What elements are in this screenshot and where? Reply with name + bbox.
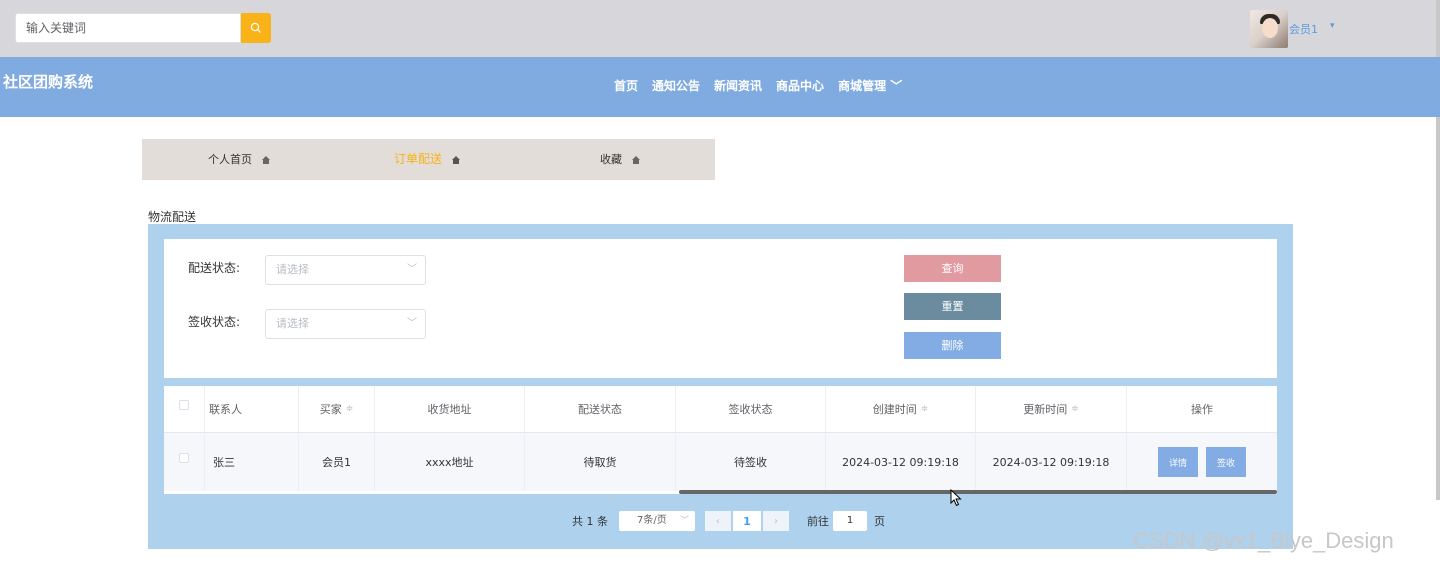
nav-item-notices[interactable]: 通知公告: [652, 77, 700, 94]
search-button[interactable]: [241, 13, 271, 43]
page-size-select[interactable]: 7条/页 ﹀: [619, 511, 695, 531]
mouse-cursor-icon: [950, 489, 962, 507]
select-placeholder: 请选择: [276, 317, 309, 330]
column-header-sign-status: 签收状态: [676, 386, 826, 433]
sign-button[interactable]: 签收: [1206, 447, 1246, 477]
delivery-status-select[interactable]: 请选择 ﹀: [265, 255, 426, 285]
column-header-buyer[interactable]: 买家 ≑: [299, 386, 375, 433]
chevron-down-icon: ﹀: [407, 318, 417, 329]
chevron-down-icon: ﹀: [407, 264, 417, 275]
chevron-left-icon: ‹: [716, 515, 720, 527]
prev-page-button[interactable]: ‹: [705, 511, 731, 531]
chevron-right-icon: ›: [774, 515, 778, 527]
chevron-down-icon: ﹀: [679, 516, 689, 526]
goto-page-input[interactable]: 1: [833, 511, 867, 531]
search-icon: [250, 22, 261, 33]
pagination: 共 1 条 7条/页 ﹀ ‹ 1 › 前往 1 页: [572, 511, 885, 531]
filter-form: 配送状态: 请选择 ﹀ 签收状态: 请选择 ﹀ 查询 重置 删除: [164, 239, 1277, 378]
table-header: 联系人 买家 ≑ 收货地址 配送状态 签收状态 创建时间 ≑ 更新时间 ≑ 操作: [164, 386, 1277, 433]
nav-menu: 首页 通知公告 新闻资讯 商品中心 商城管理 ﹀: [614, 77, 916, 94]
user-center-tabs: 个人首页 订单配送 收藏: [142, 139, 715, 180]
home-icon: [631, 156, 640, 164]
page-unit-label: 页: [874, 515, 885, 528]
nav-item-home[interactable]: 首页: [614, 77, 638, 94]
delete-button[interactable]: 删除: [904, 332, 1001, 359]
cell-delivery-status: 待取货: [525, 433, 676, 491]
tab-order-delivery[interactable]: 订单配送: [394, 139, 460, 180]
column-header-contact: 联系人: [205, 386, 299, 433]
sign-status-label: 签收状态:: [188, 315, 241, 329]
select-all-checkbox[interactable]: [179, 400, 189, 410]
cell-sign-status: 待签收: [676, 433, 826, 491]
tab-favorites[interactable]: 收藏: [600, 139, 640, 180]
delivery-table: 联系人 买家 ≑ 收货地址 配送状态 签收状态 创建时间 ≑ 更新时间 ≑ 操作 张三…: [164, 386, 1277, 494]
reset-button[interactable]: 重置: [904, 293, 1001, 320]
pagination-total: 共 1 条: [572, 515, 608, 528]
sort-icon[interactable]: ≑: [346, 404, 354, 414]
tab-label: 订单配送: [394, 152, 443, 166]
home-icon: [451, 155, 460, 164]
column-header-actions: 操作: [1127, 386, 1277, 433]
goto-label: 前往: [807, 515, 829, 528]
cell-address: xxxx地址: [375, 433, 525, 491]
home-icon: [261, 156, 270, 164]
user-name[interactable]: 会员1: [1289, 21, 1318, 37]
delivery-status-label: 配送状态:: [188, 261, 241, 275]
tab-label: 收藏: [600, 153, 622, 166]
avatar[interactable]: [1250, 10, 1288, 48]
column-header-created[interactable]: 创建时间 ≑: [826, 386, 976, 433]
site-title: 社区团购系统: [3, 73, 94, 91]
column-header-address: 收货地址: [375, 386, 525, 433]
cell-buyer: 会员1: [299, 433, 375, 491]
cell-created: 2024-03-12 09:19:18: [826, 433, 976, 491]
detail-button[interactable]: 详情: [1158, 447, 1198, 477]
top-bar: 会员1 ▾: [0, 0, 1440, 57]
search-box: [15, 13, 271, 43]
table-row: 张三 会员1 xxxx地址 待取货 待签收 2024-03-12 09:19:1…: [164, 433, 1277, 491]
nav-item-products[interactable]: 商品中心: [776, 77, 824, 94]
column-label: 更新时间: [1023, 403, 1068, 416]
tab-label: 个人首页: [208, 153, 252, 166]
delivery-panel: 配送状态: 请选择 ﹀ 签收状态: 请选择 ﹀ 查询 重置 删除 联系人 买家 ≑…: [148, 224, 1293, 549]
cell-contact: 张三: [205, 433, 299, 491]
cell-updated: 2024-03-12 09:19:18: [976, 433, 1127, 491]
cell-actions: 详情 签收: [1127, 433, 1277, 491]
page-size-value: 7条/页: [637, 515, 667, 526]
page-number-current[interactable]: 1: [733, 511, 761, 531]
tab-personal-home[interactable]: 个人首页: [208, 139, 270, 180]
nav-item-news[interactable]: 新闻资讯: [714, 77, 762, 94]
nav-item-mall-management[interactable]: 商城管理 ﹀: [838, 77, 902, 94]
column-header-delivery-status: 配送状态: [525, 386, 676, 433]
page-title: 物流配送: [148, 210, 197, 224]
column-header-updated[interactable]: 更新时间 ≑: [976, 386, 1127, 433]
row-select-cell: [164, 433, 205, 491]
sign-status-select[interactable]: 请选择 ﹀: [265, 309, 426, 339]
sort-icon[interactable]: ≑: [1071, 404, 1079, 414]
watermark: CSDN @vx1_Biye_Design: [1133, 528, 1394, 553]
column-label: 买家: [319, 403, 342, 416]
select-placeholder: 请选择: [276, 263, 309, 276]
search-input[interactable]: [15, 13, 241, 43]
chevron-down-icon[interactable]: ▾: [1330, 21, 1335, 31]
main-nav: 社区团购系统 首页 通知公告 新闻资讯 商品中心 商城管理 ﹀: [0, 57, 1440, 117]
sort-icon[interactable]: ≑: [921, 404, 929, 414]
next-page-button[interactable]: ›: [763, 511, 789, 531]
row-checkbox[interactable]: [179, 453, 189, 463]
column-label: 创建时间: [872, 403, 917, 416]
query-button[interactable]: 查询: [904, 255, 1001, 282]
select-all-cell: [164, 386, 205, 433]
table-horizontal-scrollbar[interactable]: [679, 490, 1277, 494]
